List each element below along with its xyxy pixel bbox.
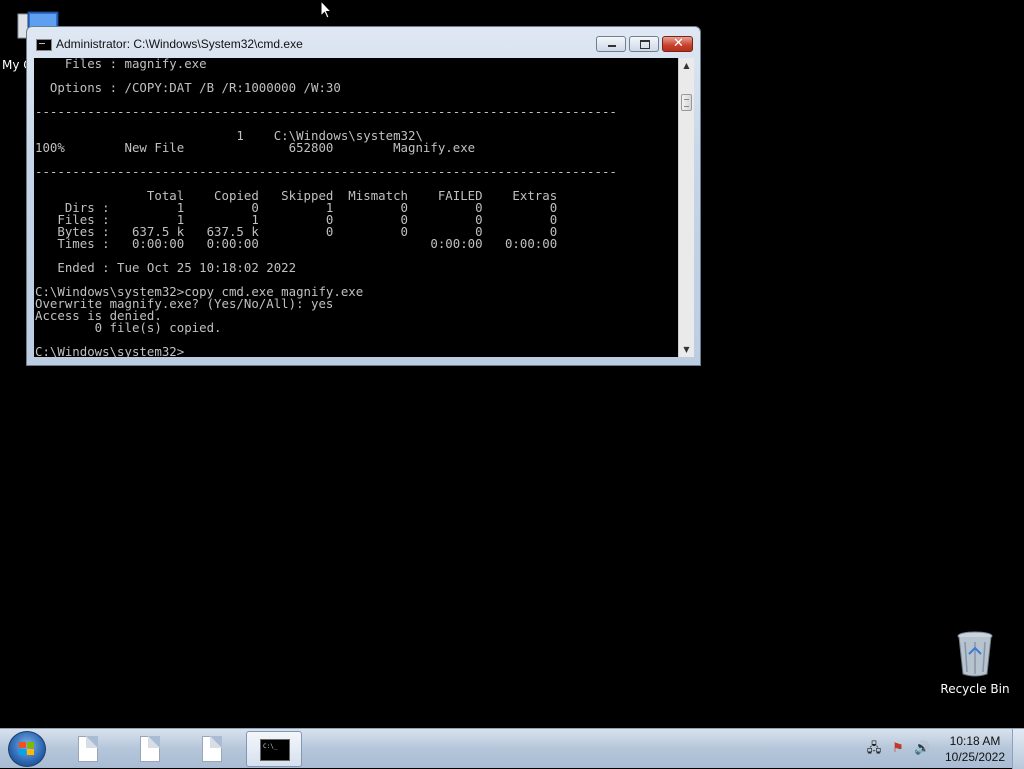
vertical-scrollbar[interactable]: ▲ ▼ (678, 58, 694, 357)
desktop-icon-recycle-bin[interactable]: Recycle Bin (938, 628, 1012, 700)
recycle-bin-icon (957, 631, 993, 677)
minimize-button[interactable] (596, 36, 626, 52)
console-line: 100% New File 652800 Magnify.exe (35, 140, 476, 155)
desktop-icon-label: Recycle Bin (940, 682, 1010, 696)
close-icon: ✕ (673, 36, 684, 51)
console-line: 0 file(s) copied. (94, 320, 222, 335)
taskbar: C:\_ 🖧 ⚑ 🔊 10:18 AM 10/25/2022 (0, 728, 1024, 769)
console-line: Ended : Tue Oct 25 10:18:02 2022 (57, 260, 297, 275)
network-icon[interactable]: 🖧 (866, 741, 882, 757)
document-icon (78, 736, 98, 762)
maximize-icon (640, 40, 650, 49)
close-button[interactable]: ✕ (662, 36, 693, 52)
start-button[interactable] (8, 731, 46, 767)
taskbar-button-file-1[interactable] (60, 731, 116, 767)
clock-date: 10/25/2022 (944, 750, 1006, 764)
scroll-down-arrow-icon[interactable]: ▼ (679, 342, 694, 357)
scroll-up-arrow-icon[interactable]: ▲ (679, 58, 694, 73)
console-line: C:\Windows\system32> (35, 344, 185, 357)
cmd-window[interactable]: Administrator: C:\Windows\System32\cmd.e… (26, 26, 701, 366)
console-line: Options : /COPY:DAT /B /R:1000000 /W:30 (49, 80, 341, 95)
windows-logo-icon (19, 742, 35, 756)
action-center-flag-icon[interactable]: ⚑ (890, 741, 906, 757)
taskbar-button-cmd[interactable]: C:\_ (246, 731, 302, 767)
taskbar-button-file-3[interactable] (184, 731, 240, 767)
system-clock[interactable]: 10:18 AM 10/25/2022 (936, 733, 1014, 765)
minimize-icon (608, 45, 616, 47)
scrollbar-thumb[interactable] (681, 94, 692, 111)
mouse-cursor-icon (320, 0, 333, 19)
show-desktop-button[interactable] (1012, 729, 1024, 769)
cmd-app-icon (36, 39, 52, 51)
window-title: Administrator: C:\Windows\System32\cmd.e… (56, 37, 303, 51)
console-line: ----------------------------------------… (35, 104, 617, 119)
console-text: Files : magnify.exe Options : /COPY:DAT … (34, 58, 678, 357)
console-line: Files : magnify.exe (64, 58, 207, 71)
console-line: Times : 0:00:00 0:00:00 0:00:00 0:00:00 (57, 236, 558, 251)
document-icon (140, 736, 160, 762)
window-titlebar[interactable]: Administrator: C:\Windows\System32\cmd.e… (27, 27, 700, 57)
console-output[interactable]: Files : magnify.exe Options : /COPY:DAT … (34, 58, 678, 357)
volume-icon[interactable]: 🔊 (914, 741, 930, 757)
console-line: ----------------------------------------… (35, 164, 617, 179)
document-icon (202, 736, 222, 762)
maximize-button[interactable] (629, 36, 659, 52)
clock-time: 10:18 AM (949, 734, 1001, 748)
taskbar-button-file-2[interactable] (122, 731, 178, 767)
desktop-icon-label: My C (2, 58, 26, 72)
cmd-icon: C:\_ (260, 739, 290, 761)
